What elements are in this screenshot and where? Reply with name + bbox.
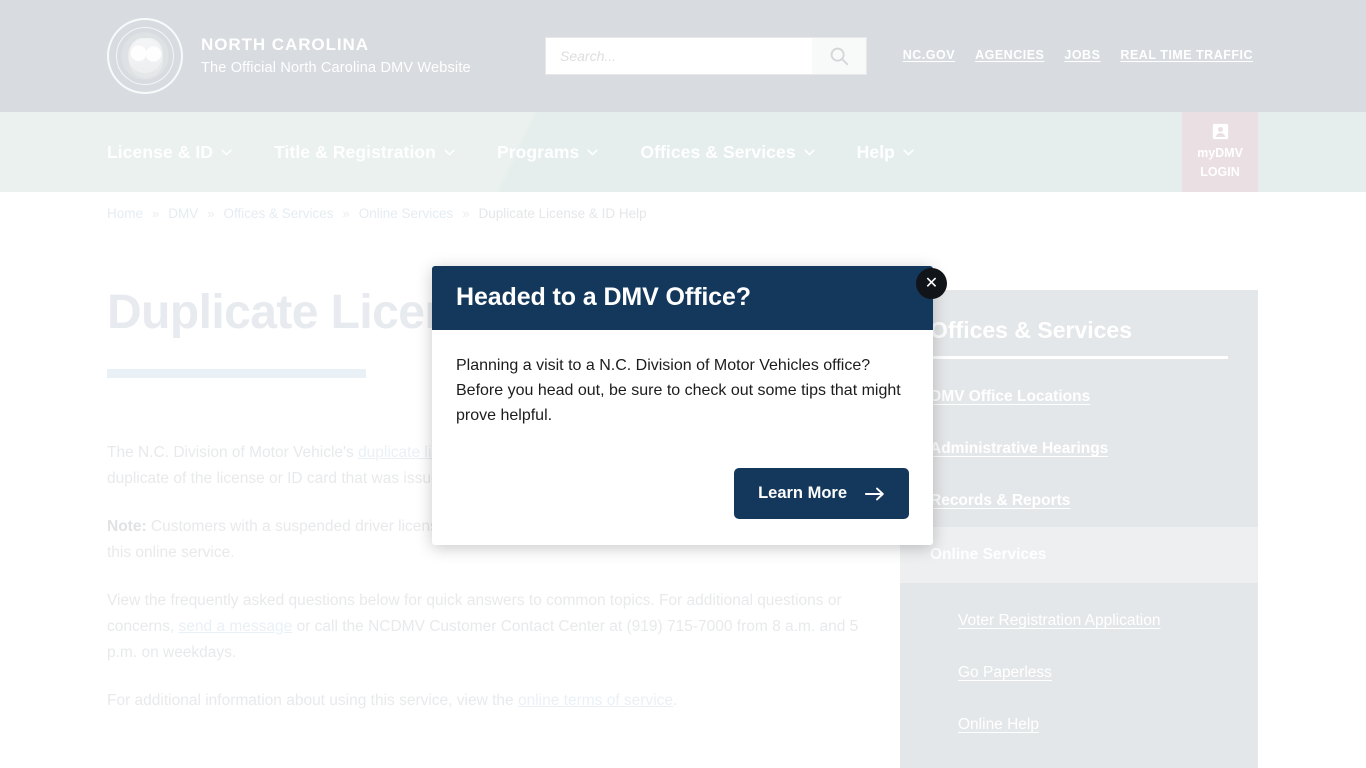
modal-actions: Learn More <box>432 446 933 545</box>
search-box[interactable] <box>546 38 866 74</box>
brand-text: NORTH CAROLINA The Official North Caroli… <box>201 35 471 76</box>
learn-more-button[interactable]: Learn More <box>734 468 909 520</box>
paragraph-text: For additional information about using t… <box>107 692 518 710</box>
breadcrumb-item-dmv[interactable]: DMV <box>168 206 198 221</box>
modal-title: Headed to a DMV Office? <box>456 283 751 311</box>
chevron-down-icon <box>587 148 599 155</box>
nav-item-label: Title & Registration <box>274 141 436 162</box>
sidebar-subitem-online-help[interactable]: Online Help <box>900 699 1258 751</box>
learn-more-label: Learn More <box>758 484 847 503</box>
utility-link-agencies[interactable]: AGENCIES <box>975 48 1044 62</box>
nav-item-label: Offices & Services <box>640 141 796 162</box>
nav-item-title-registration[interactable]: Title & Registration <box>274 142 455 163</box>
nav-item-help[interactable]: Help <box>857 142 914 163</box>
mydmv-login-line2: LOGIN <box>1200 165 1240 179</box>
paragraph-faq: View the frequently asked questions belo… <box>107 588 867 666</box>
sidebar-subitem-voter-registration-application[interactable]: Voter Registration Application <box>900 583 1258 647</box>
breadcrumb-separator: » <box>462 206 470 221</box>
sidebar-title: Offices & Services <box>930 317 1133 343</box>
chevron-down-icon <box>903 148 914 155</box>
page-root: NORTH CAROLINA The Official North Caroli… <box>0 0 1366 768</box>
breadcrumb-item-offices-services[interactable]: Offices & Services <box>223 206 333 221</box>
sidebar-subitem-go-paperless[interactable]: Go Paperless <box>900 647 1258 699</box>
mydmv-login-line1: myDMV <box>1197 146 1243 161</box>
mydmv-login-button[interactable]: myDMV LOGIN <box>1182 112 1258 192</box>
paragraph-text: The N.C. Division of Motor Vehicle's <box>107 444 359 461</box>
nav-item-programs[interactable]: Programs <box>496 141 599 163</box>
breadcrumb-separator: » <box>342 206 350 221</box>
sidebar-item-dmv-office-locations[interactable]: DMV Office Locations <box>900 359 1258 423</box>
paragraph-terms: For additional information about using t… <box>107 688 867 714</box>
close-icon[interactable]: ✕ <box>916 268 947 299</box>
utility-link-ncgov[interactable]: NC.GOV <box>903 48 955 62</box>
sidebar-item-online-services-active[interactable]: Online Services <box>900 527 1258 583</box>
sidebar-item-records-reports[interactable]: Records & Reports <box>900 475 1258 527</box>
brand-title: NORTH CAROLINA <box>201 35 369 55</box>
note-label: Note: <box>107 518 147 536</box>
main-nav-band: License & ID Title & Registration Progra… <box>0 112 1366 192</box>
search-icon <box>830 47 849 66</box>
user-account-icon <box>1212 124 1228 140</box>
nc-state-seal-icon <box>107 18 183 94</box>
sidebar: Offices & Services DMV Office Locations … <box>900 290 1258 768</box>
chevron-down-icon <box>803 148 815 155</box>
page-title-rule <box>107 369 366 378</box>
chevron-down-icon <box>444 148 455 155</box>
nav-item-offices-services[interactable]: Offices & Services <box>640 141 815 163</box>
nav-item-label: License & ID <box>107 141 214 162</box>
arrow-right-icon <box>865 487 884 501</box>
breadcrumb-item-current: Duplicate License & ID Help <box>478 206 647 221</box>
breadcrumb-separator: » <box>207 206 215 221</box>
search-input[interactable] <box>546 38 812 74</box>
paragraph-text: . <box>673 692 678 710</box>
main-nav: License & ID Title & Registration Progra… <box>107 112 914 192</box>
brand-subtitle: The Official North Carolina DMV Website <box>201 59 471 76</box>
nav-item-license-id[interactable]: License & ID <box>107 142 232 163</box>
nav-item-label: Help <box>856 141 895 162</box>
breadcrumb-separator: » <box>152 206 160 221</box>
dmv-office-modal: Headed to a DMV Office? ✕ Planning a vis… <box>432 266 947 546</box>
sidebar-item-administrative-hearings[interactable]: Administrative Hearings <box>900 423 1258 475</box>
breadcrumb: Home » DMV » Offices & Services » Online… <box>107 206 647 221</box>
modal-body-text: Planning a visit to a N.C. Division of M… <box>456 357 901 424</box>
send-a-message-link[interactable]: send a message <box>179 618 293 635</box>
modal-header: Headed to a DMV Office? ✕ <box>432 266 947 330</box>
modal-body: Planning a visit to a N.C. Division of M… <box>432 330 933 446</box>
utility-link-jobs[interactable]: JOBS <box>1064 48 1100 62</box>
search-button[interactable] <box>812 38 866 74</box>
utility-link-real-time-traffic[interactable]: REAL TIME TRAFFIC <box>1120 48 1253 62</box>
utility-nav: NC.GOV AGENCIES JOBS REAL TIME TRAFFIC <box>903 48 1253 62</box>
site-brand[interactable]: NORTH CAROLINA The Official North Caroli… <box>107 18 471 94</box>
chevron-down-icon <box>221 148 232 155</box>
online-terms-of-service-link[interactable]: online terms of service <box>518 692 673 709</box>
breadcrumb-item-online-services[interactable]: Online Services <box>359 206 454 221</box>
breadcrumb-item-home[interactable]: Home <box>107 206 143 221</box>
nav-item-label: Programs <box>496 141 580 162</box>
